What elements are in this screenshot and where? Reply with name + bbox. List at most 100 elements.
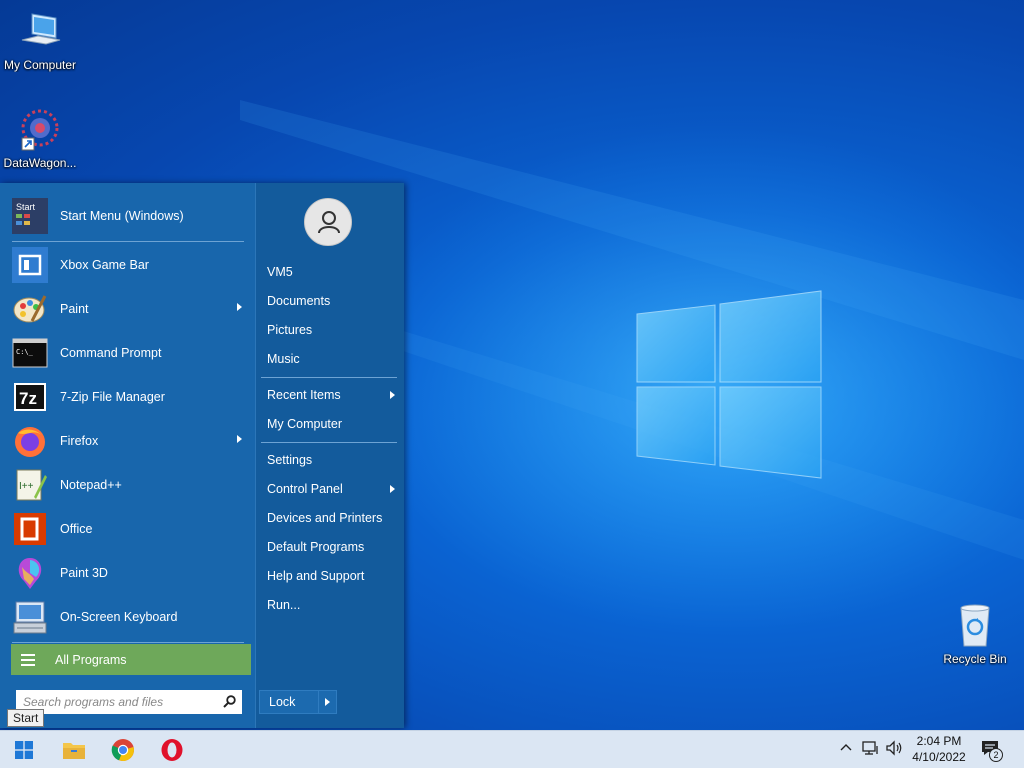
program-label: Office — [60, 522, 93, 536]
search-input[interactable] — [23, 695, 213, 709]
svg-text:C:\_: C:\_ — [16, 348, 34, 356]
link-label: Default Programs — [267, 540, 365, 554]
program-start-menu-windows[interactable]: Start Start Menu (Windows) — [12, 194, 246, 238]
submenu-arrow-icon — [390, 391, 395, 399]
desktop-icon-recycle-bin[interactable]: Recycle Bin — [935, 602, 1015, 666]
start-button[interactable] — [0, 731, 48, 768]
separator — [318, 691, 319, 713]
taskbar-opera[interactable] — [148, 731, 196, 768]
svg-text:Start: Start — [16, 202, 36, 212]
program-label: Command Prompt — [60, 346, 162, 360]
program-firefox[interactable]: Firefox — [12, 419, 246, 463]
search-icon[interactable] — [223, 695, 236, 708]
taskbar-file-explorer[interactable] — [50, 731, 98, 768]
volume-icon[interactable] — [886, 740, 904, 756]
program-xbox-game-bar[interactable]: Xbox Game Bar — [12, 243, 246, 287]
office-icon — [12, 511, 48, 547]
link-control-panel[interactable]: Control Panel — [267, 477, 399, 501]
lock-label: Lock — [269, 695, 296, 709]
lock-button[interactable]: Lock — [259, 690, 337, 714]
network-icon[interactable] — [862, 740, 880, 756]
separator — [261, 442, 397, 443]
list-icon — [21, 653, 35, 666]
user-icon — [318, 211, 340, 234]
clock-date: 4/10/2022 — [912, 750, 966, 764]
seven-zip-icon: 7z — [12, 379, 48, 415]
link-label: Music — [267, 352, 300, 366]
program-paint-3d[interactable]: Paint 3D — [12, 551, 246, 595]
submenu-arrow-icon — [390, 485, 395, 493]
notification-count-badge: 2 — [989, 748, 1003, 762]
show-hidden-icons-chevron-icon[interactable] — [840, 742, 852, 754]
program-7zip[interactable]: 7z 7-Zip File Manager — [12, 375, 246, 419]
program-label: Paint — [60, 302, 89, 316]
xbox-game-bar-icon — [12, 247, 48, 283]
program-label: Paint 3D — [60, 566, 108, 580]
link-recent-items[interactable]: Recent Items — [267, 383, 399, 407]
paint-3d-icon — [12, 555, 48, 591]
link-label: Documents — [267, 294, 331, 308]
link-label: Help and Support — [267, 569, 365, 583]
link-pictures[interactable]: Pictures — [267, 318, 399, 342]
taskbar-clock[interactable]: 2:04 PM 4/10/2022 — [905, 733, 973, 765]
separator — [12, 241, 244, 242]
link-documents[interactable]: Documents — [267, 289, 399, 313]
program-command-prompt[interactable]: C:\_ Command Prompt — [12, 331, 246, 375]
link-music[interactable]: Music — [267, 347, 399, 371]
desktop-icon-label: My Computer — [3, 58, 77, 72]
link-settings[interactable]: Settings — [267, 448, 399, 472]
user-avatar[interactable] — [304, 198, 352, 246]
link-default-programs[interactable]: Default Programs — [267, 535, 399, 559]
program-label: Start Menu (Windows) — [60, 209, 184, 223]
firefox-icon — [12, 423, 48, 459]
programs-pane: Start Start Menu (Windows) Xbox Game Bar — [0, 183, 255, 728]
all-programs-label: All Programs — [55, 652, 127, 667]
link-label: Pictures — [267, 323, 313, 337]
program-label: Firefox — [60, 434, 99, 448]
opera-icon — [161, 739, 183, 761]
start-menu-icon: Start — [12, 198, 48, 234]
computer-icon — [16, 8, 64, 56]
link-run[interactable]: Run... — [267, 593, 399, 617]
program-paint[interactable]: Paint — [12, 287, 246, 331]
link-help-and-support[interactable]: Help and Support — [267, 564, 399, 588]
on-screen-keyboard-icon — [12, 599, 48, 635]
program-office[interactable]: Office — [12, 507, 246, 551]
shutdown-options-arrow-icon[interactable] — [325, 698, 330, 706]
svg-text:I++: I++ — [19, 481, 34, 492]
program-on-screen-keyboard[interactable]: On-Screen Keyboard — [12, 595, 246, 639]
program-label: Xbox Game Bar — [60, 258, 149, 272]
program-label: Notepad++ — [60, 478, 122, 492]
separator — [12, 642, 244, 643]
link-label: Control Panel — [267, 482, 343, 496]
link-label: Recent Items — [267, 388, 341, 402]
search-box[interactable] — [16, 690, 242, 714]
file-explorer-icon — [63, 743, 85, 759]
link-vm5[interactable]: VM5 — [267, 260, 399, 284]
command-prompt-icon: C:\_ — [12, 335, 48, 371]
recycle-bin-icon — [951, 602, 999, 650]
datawagon-shortcut-icon — [16, 106, 64, 154]
desktop-icon-datawagon[interactable]: DataWagon... — [0, 106, 80, 170]
desktop-icon-my-computer[interactable]: My Computer — [0, 8, 80, 72]
all-programs-button[interactable]: All Programs — [11, 644, 251, 675]
link-label: Settings — [267, 453, 313, 467]
taskbar: 2:04 PM 4/10/2022 2 — [0, 730, 1024, 768]
paint-palette-icon — [12, 291, 48, 327]
start-menu: Start Start Menu (Windows) Xbox Game Bar — [0, 183, 404, 728]
link-my-computer[interactable]: My Computer — [267, 412, 399, 436]
taskbar-chrome[interactable] — [99, 731, 147, 768]
link-label: Run... — [267, 598, 301, 612]
windows-start-icon — [15, 741, 33, 759]
link-devices-and-printers[interactable]: Devices and Printers — [267, 506, 399, 530]
places-pane: VM5 Documents Pictures Music Recent Item… — [255, 183, 404, 728]
action-center-button[interactable]: 2 — [980, 739, 1006, 762]
program-label: 7-Zip File Manager — [60, 390, 165, 404]
link-label: Devices and Printers — [267, 511, 383, 525]
submenu-arrow-icon — [237, 303, 242, 311]
start-tooltip: Start — [7, 709, 45, 727]
separator — [261, 377, 397, 378]
program-notepad-plus-plus[interactable]: I++ Notepad++ — [12, 463, 246, 507]
notepad-plus-plus-icon: I++ — [12, 467, 48, 503]
chrome-icon — [111, 739, 134, 762]
